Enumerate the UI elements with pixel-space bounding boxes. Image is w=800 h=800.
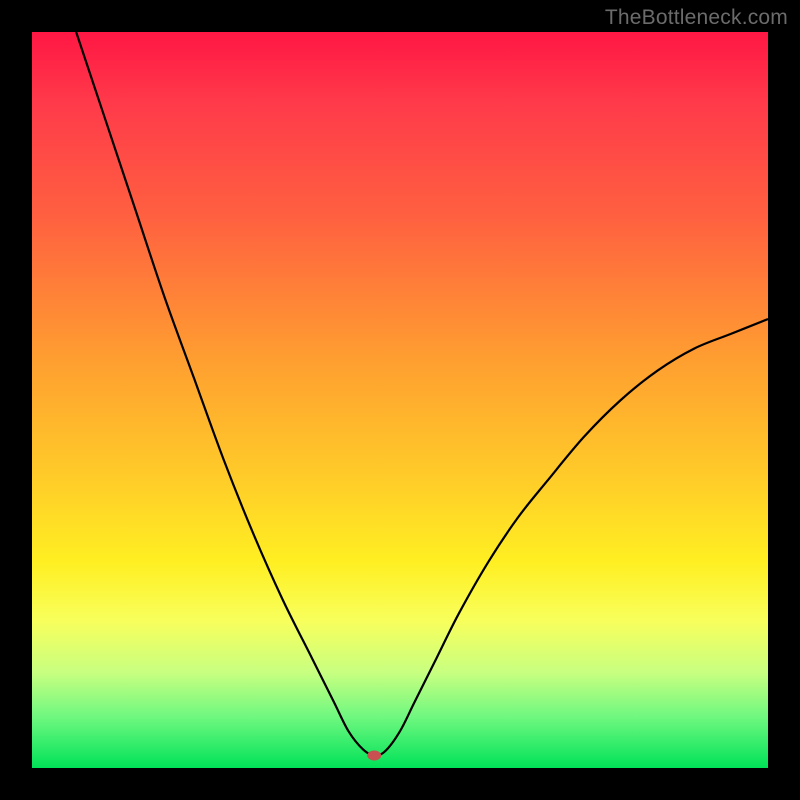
bottleneck-curve [32,32,768,768]
plot-area [32,32,768,768]
watermark-text: TheBottleneck.com [605,6,788,30]
minimum-marker [367,750,381,760]
chart-frame: TheBottleneck.com [0,0,800,800]
curve-line [76,32,768,756]
